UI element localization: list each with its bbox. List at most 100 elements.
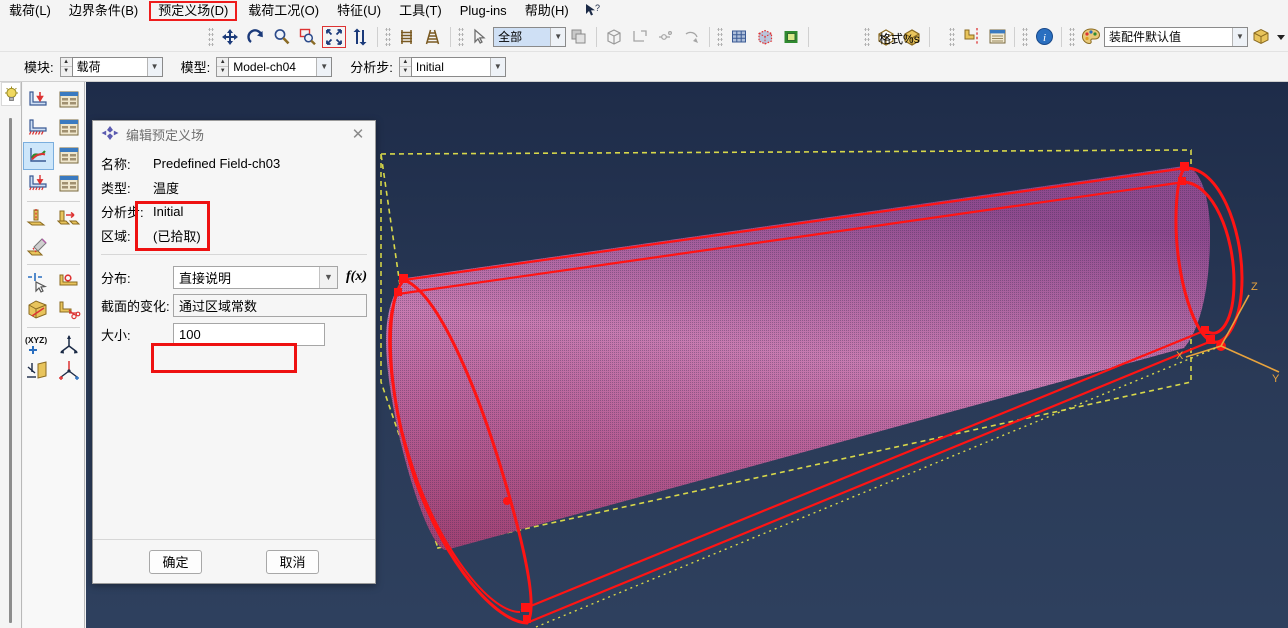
- toolbar-group-render: [714, 24, 813, 50]
- section-variation-field[interactable]: 通过区域常数: [173, 293, 367, 317]
- create-bc-icon[interactable]: [23, 114, 54, 142]
- toolbar-grip[interactable]: [385, 26, 392, 47]
- distribution-fx-button[interactable]: f(x): [346, 269, 367, 285]
- hidden-line-icon[interactable]: [752, 25, 778, 49]
- color-palette-icon[interactable]: [1078, 25, 1104, 49]
- create-point-icon[interactable]: [23, 268, 54, 296]
- fit-all-icon[interactable]: [321, 25, 347, 49]
- cut-icon[interactable]: [54, 296, 85, 324]
- menu-item-features[interactable]: 特征(U): [328, 1, 390, 21]
- module-value: 载荷: [76, 60, 101, 74]
- bc-manager-icon[interactable]: [54, 114, 85, 142]
- shaded-icon[interactable]: [778, 25, 804, 49]
- model-combo-field[interactable]: Model-ch04 ▼: [228, 56, 333, 77]
- field-name-value: Predefined Field-ch03: [153, 155, 281, 171]
- main-toolbar: 全部 ▼ 格式%s i 装配件默认值 ▼: [0, 22, 1288, 52]
- toolbar-group-parts: 格式%s: [861, 24, 934, 50]
- toolbar-grip[interactable]: [949, 26, 955, 47]
- wireframe-icon[interactable]: [726, 25, 752, 49]
- menu-item-loads[interactable]: 载荷(L): [0, 1, 60, 21]
- create-datum-axis-icon[interactable]: [54, 268, 85, 296]
- create-datum-plane-icon[interactable]: [23, 357, 54, 385]
- display-group-edit-icon[interactable]: [653, 25, 679, 49]
- color-code-combo[interactable]: 装配件默认值 ▼: [1104, 26, 1248, 47]
- spin-up-icon[interactable]: ▲: [217, 58, 229, 67]
- divider: [101, 254, 367, 255]
- create-datum-csys-icon[interactable]: [54, 331, 85, 359]
- create-load-icon[interactable]: [23, 86, 54, 114]
- close-icon[interactable]: ✕: [347, 124, 369, 144]
- dialog-title-bar[interactable]: 编辑预定义场 ✕: [93, 121, 375, 147]
- datum-icon[interactable]: [958, 25, 984, 49]
- menu-item-predefined-fields[interactable]: 预定义场(D): [149, 1, 238, 21]
- triad-axis-z: Z: [1251, 281, 1258, 293]
- menu-item-plugins[interactable]: Plug-ins: [451, 1, 516, 21]
- lightbulb-icon[interactable]: [1, 82, 21, 106]
- perspective-icon[interactable]: [394, 25, 420, 49]
- toolbar-grip[interactable]: [208, 26, 215, 47]
- amplitude-icon[interactable]: [23, 205, 54, 233]
- predefined-field-manager-icon[interactable]: [54, 142, 84, 170]
- replace-selection-icon[interactable]: [566, 25, 592, 49]
- spin-down-icon[interactable]: ▼: [217, 67, 228, 76]
- step-combo[interactable]: ▲ ▼ Initial ▼: [398, 56, 506, 77]
- edit-predefined-field-dialog[interactable]: 编辑预定义场 ✕ 名称: Predefined Field-ch03 类型: 温…: [92, 120, 376, 584]
- select-arrow-icon[interactable]: [467, 25, 493, 49]
- xyz-label: (XYZ): [25, 335, 47, 345]
- zoom-in-icon[interactable]: [269, 25, 295, 49]
- cancel-button[interactable]: 取消: [266, 549, 319, 574]
- load-manager-icon[interactable]: [54, 86, 85, 114]
- module-combo[interactable]: ▲ ▼ 载荷 ▼: [59, 56, 163, 77]
- distribution-combo[interactable]: 直接说明 ▼: [173, 265, 338, 289]
- parallel-projection-icon[interactable]: [420, 25, 446, 49]
- create-predefined-field-icon[interactable]: [23, 142, 54, 170]
- toolbar-grip[interactable]: [717, 26, 724, 47]
- model-spinner[interactable]: ▲ ▼: [216, 56, 229, 77]
- pan-icon[interactable]: [217, 25, 243, 49]
- create-datum-axis-3pt-icon[interactable]: [54, 357, 85, 385]
- selection-filter-combo[interactable]: 全部 ▼: [493, 26, 567, 47]
- module-spinner[interactable]: ▲ ▼: [59, 56, 72, 77]
- step-combo-field[interactable]: Initial ▼: [410, 56, 506, 77]
- toolbar-group-view: [205, 24, 382, 50]
- field-magnitude-label: 大小:: [101, 327, 131, 343]
- table-icon[interactable]: [984, 25, 1010, 49]
- dropdown-arrow-icon[interactable]: [1274, 25, 1288, 49]
- ok-button[interactable]: 确定: [149, 549, 202, 574]
- arrow-question-icon[interactable]: ?: [578, 1, 606, 22]
- move-load-icon[interactable]: [54, 205, 85, 233]
- chevron-down-icon: ▼: [319, 266, 337, 288]
- field-step-label: 分析步:: [101, 204, 144, 220]
- zoom-box-icon[interactable]: [295, 25, 321, 49]
- spin-up-icon[interactable]: ▲: [60, 58, 72, 67]
- toolbar-grip[interactable]: [1069, 26, 1075, 47]
- spin-down-icon[interactable]: ▼: [400, 67, 411, 76]
- flip-view-icon[interactable]: [347, 25, 373, 49]
- display-group-create-icon[interactable]: [627, 25, 653, 49]
- edit-amplitude-icon[interactable]: [23, 233, 54, 261]
- spin-down-icon[interactable]: ▼: [61, 67, 72, 76]
- partition-icon[interactable]: [23, 296, 54, 324]
- create-load-case-icon[interactable]: [23, 170, 54, 198]
- rail-scroll-track[interactable]: [9, 118, 12, 623]
- toolbar-grip[interactable]: [458, 26, 465, 47]
- info-icon[interactable]: i: [1031, 25, 1057, 49]
- spin-up-icon[interactable]: ▲: [399, 58, 411, 67]
- menu-label: 载荷工况(O): [248, 3, 320, 18]
- cube-dropdown-icon[interactable]: [1248, 25, 1274, 49]
- menu-item-boundary-conditions[interactable]: 边界条件(B): [60, 1, 147, 21]
- load-case-manager-icon[interactable]: [54, 170, 85, 198]
- create-datum-point-icon[interactable]: (XYZ): [23, 331, 54, 359]
- rotate-icon[interactable]: [243, 25, 269, 49]
- module-combo-field[interactable]: 载荷 ▼: [71, 56, 163, 77]
- model-combo[interactable]: ▲ ▼ Model-ch04 ▼: [216, 56, 333, 77]
- toolbar-grip[interactable]: [1022, 26, 1028, 47]
- step-spinner[interactable]: ▲ ▼: [398, 56, 411, 77]
- menu-item-load-cases[interactable]: 载荷工况(O): [239, 1, 328, 21]
- toolbar-grip[interactable]: [864, 26, 871, 47]
- magnitude-input[interactable]: 100: [173, 322, 325, 346]
- menu-item-help[interactable]: 帮助(H): [516, 1, 578, 21]
- display-group-remove-icon[interactable]: [679, 25, 705, 49]
- display-body-icon[interactable]: [601, 25, 627, 49]
- menu-item-tools[interactable]: 工具(T): [390, 1, 451, 21]
